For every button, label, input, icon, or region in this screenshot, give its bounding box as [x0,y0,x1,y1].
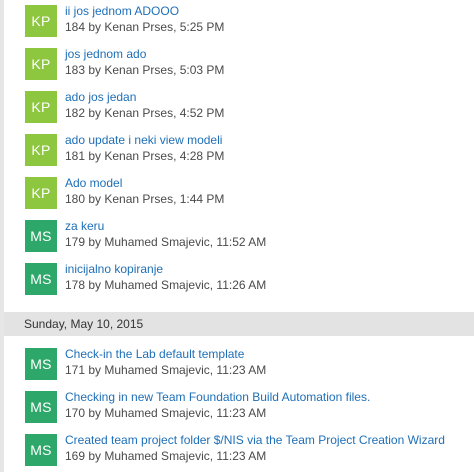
commit-title-link[interactable]: Checking in new Team Foundation Build Au… [65,390,370,405]
avatar: KP [25,134,57,166]
commit-title-link[interactable]: inicijalno kopiranje [65,262,163,277]
commit-title-link[interactable]: jos jednom ado [65,47,146,62]
commit-item[interactable]: KP ado jos jedan 182 by Kenan Prses, 4:5… [0,88,474,131]
avatar: MS [25,391,57,423]
commit-item[interactable]: KP ii jos jednom ADOOO 184 by Kenan Prse… [0,2,474,45]
avatar: KP [25,177,57,209]
commit-meta: 171 by Muhamed Smajevic, 11:23 AM [65,363,267,377]
commit-meta: 182 by Kenan Prses, 4:52 PM [65,106,225,120]
date-group-header: Sunday, May 10, 2015 [4,312,474,336]
commit-meta: 170 by Muhamed Smajevic, 11:23 AM [65,406,267,420]
avatar: MS [25,348,57,380]
commit-meta: 179 by Muhamed Smajevic, 11:52 AM [65,235,267,249]
avatar: KP [25,48,57,80]
commit-item[interactable]: KP jos jednom ado 183 by Kenan Prses, 5:… [0,45,474,88]
commit-item[interactable]: MS Created team project folder $/NIS via… [0,431,474,472]
commit-meta: 178 by Muhamed Smajevic, 11:26 AM [65,278,267,292]
commit-title-link[interactable]: za keru [65,219,104,234]
avatar: MS [25,263,57,295]
commit-title-link[interactable]: ado jos jedan [65,90,136,105]
avatar: MS [25,434,57,466]
avatar: KP [25,91,57,123]
commit-item[interactable]: MS Checking in new Team Foundation Build… [0,388,474,431]
commit-group-may-10: MS Check-in the Lab default template 171… [0,345,474,472]
commit-meta: 184 by Kenan Prses, 5:25 PM [65,20,225,34]
avatar: MS [25,220,57,252]
commit-item[interactable]: KP Ado model 180 by Kenan Prses, 1:44 PM [0,174,474,217]
commit-title-link[interactable]: ii jos jednom ADOOO [65,4,179,19]
commit-meta: 183 by Kenan Prses, 5:03 PM [65,63,225,77]
date-header-label: Sunday, May 10, 2015 [24,317,144,331]
commit-meta: 181 by Kenan Prses, 4:28 PM [65,149,225,163]
commit-history-page: KP ii jos jednom ADOOO 184 by Kenan Prse… [0,0,474,472]
commit-item[interactable]: MS inicijalno kopiranje 178 by Muhamed S… [0,260,474,303]
commit-group-recent: KP ii jos jednom ADOOO 184 by Kenan Prse… [0,2,474,303]
commit-meta: 180 by Kenan Prses, 1:44 PM [65,192,225,206]
commit-title-link[interactable]: Check-in the Lab default template [65,347,244,362]
commit-item[interactable]: MS Check-in the Lab default template 171… [0,345,474,388]
commit-title-link[interactable]: Ado model [65,176,122,191]
commit-title-link[interactable]: Created team project folder $/NIS via th… [65,433,445,448]
commit-item[interactable]: MS za keru 179 by Muhamed Smajevic, 11:5… [0,217,474,260]
avatar: KP [25,5,57,37]
commit-item[interactable]: KP ado update i neki view modeli 181 by … [0,131,474,174]
commit-title-link[interactable]: ado update i neki view modeli [65,133,222,148]
commit-meta: 169 by Muhamed Smajevic, 11:23 AM [65,449,267,463]
